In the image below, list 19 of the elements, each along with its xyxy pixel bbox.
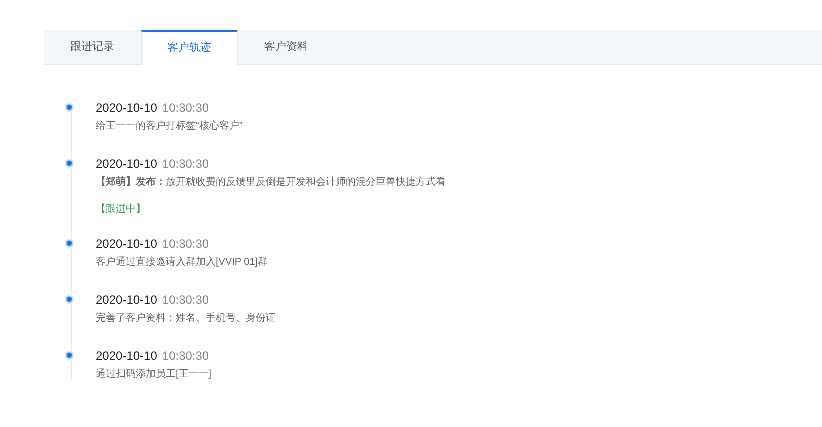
tab[interactable]: 跟进记录 [44, 30, 141, 65]
event-time: 10:30:30 [162, 348, 210, 365]
event-time: 10:30:30 [162, 292, 210, 309]
event-date: 2020-10-10 [96, 292, 158, 309]
status-tag: 【跟进中】 [96, 202, 446, 217]
event-date: 2020-10-10 [96, 236, 158, 253]
event-description: 客户通过直接邀请入群加入[VVIP 01]群 [96, 256, 268, 270]
event-description: 【郑萌】发布：放开就收费的反馈里反倒是开发和会计师的混分巨兽快捷方式看 [96, 176, 446, 190]
event-description: 完善了客户资料：姓名、手机号、身份证 [96, 312, 276, 326]
tab[interactable]: 客户轨迹 [141, 30, 238, 65]
tab[interactable]: 客户资料 [238, 30, 335, 65]
event-time: 10:30:30 [162, 100, 210, 117]
event-date: 2020-10-10 [96, 348, 158, 365]
event-description: 给王一一的客户打标签“核心客户” [96, 120, 243, 134]
event-date: 2020-10-10 [96, 100, 158, 117]
event-time: 10:30:30 [162, 156, 210, 173]
event-description: 通过扫码添加员工[王一一] [96, 368, 212, 382]
event-date: 2020-10-10 [96, 156, 158, 173]
event-time: 10:30:30 [162, 236, 210, 253]
